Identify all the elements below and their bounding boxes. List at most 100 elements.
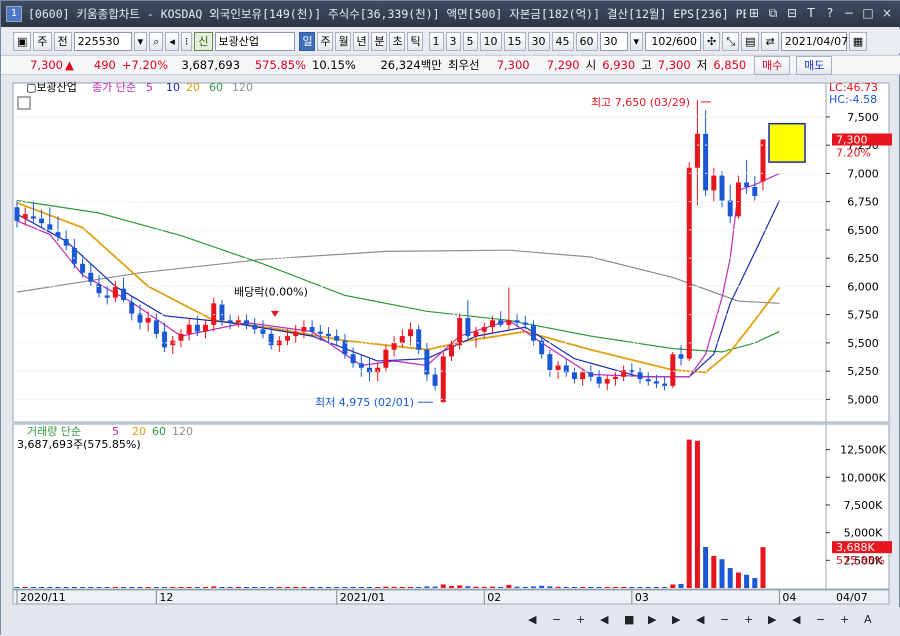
turnover-value: 10.15%: [312, 58, 356, 72]
interval-button-30[interactable]: 30: [527, 31, 550, 51]
sync-icon[interactable]: ⇄: [761, 31, 779, 51]
highlight-box[interactable]: [768, 122, 806, 163]
dividend-annotation: 배당락(0.00%): [234, 286, 308, 299]
volume-bar: [162, 587, 168, 588]
nav-control-9[interactable]: +: [744, 613, 753, 626]
nav-control-8[interactable]: −: [720, 613, 729, 626]
stock-code-input[interactable]: 225530: [73, 31, 132, 51]
bar-count-field[interactable]: 102/600: [645, 31, 702, 51]
volume-tick-label: 12,500K: [840, 444, 886, 457]
candle-body: [317, 331, 323, 334]
nav-control-0[interactable]: ◀: [528, 613, 537, 626]
calendar-icon[interactable]: ▦: [848, 31, 868, 51]
date-input[interactable]: 2021/04/07: [780, 31, 848, 51]
volume-bar: [448, 586, 454, 588]
volume-bar: [112, 587, 118, 588]
chevron-down-icon[interactable]: ▾: [133, 31, 148, 51]
nav-control-7[interactable]: ◀: [696, 613, 705, 626]
candle-body: [399, 336, 405, 343]
save-icon[interactable]: ▤: [741, 31, 760, 51]
volume-legend-label: 거래량 단순: [27, 425, 81, 438]
volume-bar: [326, 587, 332, 588]
volume-bar: [104, 587, 110, 588]
volume-bar: [752, 578, 758, 588]
window-control-5[interactable]: −: [841, 6, 857, 22]
candle-body: [448, 345, 454, 357]
interval-button-45[interactable]: 45: [551, 31, 574, 51]
nav-control-13[interactable]: +: [840, 613, 849, 626]
crosshair-icon[interactable]: ✣: [703, 31, 721, 51]
buy-button[interactable]: 매수: [754, 55, 791, 75]
nav-control-14[interactable]: A: [864, 613, 872, 626]
candle-body: [489, 320, 495, 328]
unit-tab-2[interactable]: 월: [334, 31, 351, 51]
nav-control-10[interactable]: ▶: [768, 613, 777, 626]
interval-button-10[interactable]: 10: [479, 31, 502, 51]
nav-control-2[interactable]: +: [576, 613, 585, 626]
window-control-2[interactable]: ⊟: [784, 6, 800, 22]
search-icon[interactable]: ⌕: [149, 31, 164, 51]
interval-button-1[interactable]: 1: [428, 31, 444, 51]
interval-dropdown-icon[interactable]: ▾: [629, 31, 644, 51]
nav-control-12[interactable]: −: [816, 613, 825, 626]
window-control-7[interactable]: ×: [879, 6, 895, 22]
interval-button-60[interactable]: 60: [575, 31, 598, 51]
open-label: 시: [585, 58, 597, 72]
nav-control-5[interactable]: ▶: [648, 613, 657, 626]
window-control-3[interactable]: T: [803, 6, 819, 22]
nav-control-1[interactable]: −: [552, 613, 561, 626]
new-listing-tag: 신: [194, 31, 213, 51]
volume-bar: [30, 587, 36, 588]
settings-icon[interactable]: ⁝: [180, 31, 193, 51]
volume-bar: [735, 572, 741, 588]
window-control-0[interactable]: ⊞: [746, 6, 762, 22]
unit-tabs: 일주월년분초틱: [298, 31, 423, 51]
volume-bar: [440, 584, 446, 588]
unit-tab-0[interactable]: 일: [298, 31, 315, 51]
volume-bar: [153, 587, 159, 588]
volume-bar: [63, 587, 69, 588]
sell-button[interactable]: 매도: [796, 55, 833, 75]
chart-canvas[interactable]: 5,000 5,250 5,500 5,750 6,000 6,250 6,500 6,750…: [1, 75, 900, 636]
volume-bar: [416, 587, 422, 588]
candle-body: [522, 322, 528, 325]
interval-button-5[interactable]: 5: [462, 31, 478, 51]
unit-tab-1[interactable]: 주: [316, 31, 333, 51]
unit-tab-4[interactable]: 분: [370, 31, 387, 51]
zoom-icon[interactable]: ⤡: [722, 31, 740, 51]
candle-body: [727, 200, 733, 217]
nav-control-4[interactable]: ■: [624, 613, 634, 626]
volume-bar: [694, 440, 700, 588]
nav-control-11[interactable]: ◀: [792, 613, 801, 626]
unit-tab-6[interactable]: 틱: [406, 31, 423, 51]
period-type-select[interactable]: 주: [33, 31, 52, 51]
window-control-4[interactable]: ?: [822, 6, 838, 22]
candle-body: [129, 302, 135, 314]
volume-legend-ma-60: 60: [152, 425, 166, 438]
title-bar[interactable]: 1 [0600] 키움종합차트 - KOSDAQ 외국인보유[149(천)] 주…: [1, 1, 900, 27]
volume-tick-label: 7,500K: [844, 499, 883, 512]
volume-bar: [186, 587, 192, 588]
candle-body: [440, 356, 446, 403]
grid-toggle-icon[interactable]: [17, 96, 31, 110]
volume-bar: [391, 586, 397, 588]
interval-button-3[interactable]: 3: [445, 31, 461, 51]
candle-body: [760, 139, 766, 182]
volume-bar: [14, 587, 20, 588]
speaker-icon[interactable]: ◂: [165, 31, 179, 51]
view-select[interactable]: 전: [53, 31, 72, 51]
candle-body: [678, 354, 684, 359]
interval-button-15[interactable]: 15: [503, 31, 526, 51]
candle-body: [498, 320, 504, 325]
interval-input[interactable]: 30: [599, 31, 628, 51]
candle-body: [637, 372, 643, 380]
window-control-6[interactable]: □: [860, 6, 876, 22]
window-control-1[interactable]: ⧉: [765, 6, 781, 22]
nav-control-6[interactable]: ▶: [672, 613, 681, 626]
unit-tab-3[interactable]: 년: [352, 31, 369, 51]
nav-control-3[interactable]: ◀: [600, 613, 609, 626]
candle-body: [588, 372, 594, 377]
layout-icon[interactable]: ▣: [13, 31, 32, 51]
unit-tab-5[interactable]: 초: [388, 31, 405, 51]
volume-bar: [260, 587, 266, 588]
